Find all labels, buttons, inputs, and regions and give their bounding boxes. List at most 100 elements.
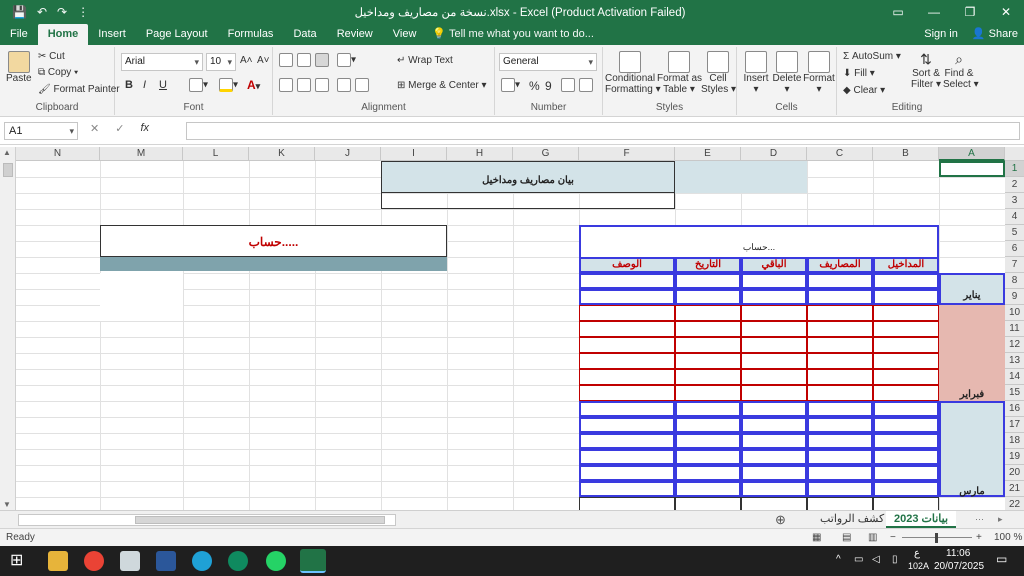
table-cell[interactable] (675, 353, 741, 369)
table-cell[interactable] (675, 401, 741, 417)
share-button[interactable]: 👤 Share (972, 24, 1018, 45)
table-cell[interactable] (579, 449, 675, 465)
windows-start-icon[interactable]: ⊞ (10, 551, 30, 571)
format-painter-button[interactable]: 🖌 Format Painter (38, 84, 120, 95)
close-button[interactable]: ✕ (988, 0, 1024, 24)
file-explorer-icon[interactable] (48, 551, 68, 571)
table-cell[interactable] (675, 497, 741, 510)
table-cell[interactable] (579, 305, 675, 321)
table-cell[interactable] (675, 385, 741, 401)
keyboard-layout[interactable]: 102A (908, 561, 929, 571)
table-cell[interactable] (741, 449, 807, 465)
table-cell[interactable] (579, 433, 675, 449)
column-header[interactable]: I (381, 147, 447, 161)
cut-button[interactable]: ✂ Cut (38, 51, 65, 62)
vertical-scrollbar[interactable]: ▲ ▼ (0, 147, 16, 510)
autosum-button[interactable]: Σ AutoSum ▾ (843, 51, 901, 62)
align-right-button[interactable] (315, 78, 329, 92)
zoom-level[interactable]: 100 % (994, 529, 1022, 547)
table-cell[interactable] (741, 417, 807, 433)
worksheet-grid[interactable]: ▲ ▼ N M L K J I H G F E D C B A 1 2 3 4 5 6 7 8 9 10 11 12 13 14 15 1… (0, 147, 1024, 510)
column-header[interactable]: K (249, 147, 315, 161)
clear-button[interactable]: ◆ Clear ▾ (843, 85, 885, 96)
row-header[interactable]: 16 (1005, 401, 1024, 417)
tray-overflow-icon[interactable]: ^ (836, 554, 841, 565)
align-top-button[interactable] (279, 53, 293, 67)
tab-file[interactable]: File (0, 24, 38, 45)
table-cell[interactable] (741, 321, 807, 337)
row-header[interactable]: 9 (1005, 289, 1024, 305)
minimize-button[interactable]: — (916, 0, 952, 24)
italic-button[interactable]: I (143, 79, 146, 91)
column-header[interactable]: F (579, 147, 675, 161)
table-cell[interactable] (807, 321, 873, 337)
underline-button[interactable]: U (159, 79, 167, 91)
table-cell[interactable] (807, 481, 873, 497)
table-cell[interactable] (873, 305, 939, 321)
row-header[interactable]: 11 (1005, 321, 1024, 337)
month-february[interactable]: فبراير (939, 305, 1005, 401)
table-cell[interactable] (675, 449, 741, 465)
table-cell[interactable] (873, 465, 939, 481)
column-header[interactable]: C (807, 147, 873, 161)
table-cell[interactable] (807, 497, 873, 510)
table-cell[interactable] (579, 289, 675, 305)
table-cell[interactable] (579, 369, 675, 385)
table-cell[interactable] (741, 465, 807, 481)
row-header[interactable]: 1 (1005, 161, 1024, 177)
zoom-out-icon[interactable]: − (890, 529, 896, 547)
month-march[interactable]: مارس (939, 401, 1005, 497)
sheet-tab-payroll[interactable]: كشف الرواتب (812, 511, 892, 528)
tab-insert[interactable]: Insert (88, 24, 136, 45)
font-name-select[interactable]: Arial (121, 53, 203, 71)
align-center-button[interactable] (297, 78, 311, 92)
table-cell[interactable] (579, 385, 675, 401)
row-header[interactable]: 8 (1005, 273, 1024, 289)
network-icon[interactable]: ▭ (854, 554, 863, 565)
scroll-down-icon[interactable]: ▼ (3, 500, 11, 509)
table-cell[interactable] (873, 497, 939, 510)
table-cell[interactable] (579, 417, 675, 433)
table-cell[interactable] (675, 433, 741, 449)
conditional-formatting-button[interactable]: Conditional Formatting ▾ (605, 51, 661, 95)
wrap-text-button[interactable]: ↵ Wrap Text (397, 55, 453, 66)
undo-icon[interactable]: ↶ (37, 5, 47, 19)
table-cell[interactable] (741, 353, 807, 369)
find-select-button[interactable]: ⌕ Find & Select ▾ (943, 51, 979, 90)
table-cell[interactable] (579, 465, 675, 481)
table-cell[interactable] (675, 417, 741, 433)
table-cell[interactable] (579, 481, 675, 497)
table-cell[interactable] (741, 289, 807, 305)
table-cell[interactable] (579, 497, 675, 510)
row-header[interactable]: 6 (1005, 241, 1024, 257)
align-bottom-button[interactable] (315, 53, 329, 67)
table-cell[interactable] (873, 433, 939, 449)
table-cell[interactable] (675, 289, 741, 305)
copy-button[interactable]: ⧉ Copy ▾ (38, 67, 78, 78)
column-header[interactable]: L (183, 147, 249, 161)
table-cell[interactable] (873, 481, 939, 497)
table-cell[interactable] (873, 289, 939, 305)
row-header[interactable]: 10 (1005, 305, 1024, 321)
accounting-format-button[interactable]: ▾ (501, 78, 520, 92)
row-header[interactable]: 4 (1005, 209, 1024, 225)
row-header[interactable]: 21 (1005, 481, 1024, 497)
delete-cells-button[interactable]: Delete ▾ (771, 51, 803, 95)
sheet-scroll-right-icon[interactable]: ▸ (998, 511, 1003, 528)
orientation-button[interactable]: ▾ (337, 53, 356, 67)
row-header[interactable]: 7 (1005, 257, 1024, 273)
table-cell[interactable] (873, 385, 939, 401)
table-cell[interactable] (579, 273, 675, 289)
table-cell[interactable] (873, 401, 939, 417)
table-cell[interactable] (675, 481, 741, 497)
fill-button[interactable]: ⬇ Fill ▾ (843, 68, 875, 79)
table-cell[interactable] (873, 449, 939, 465)
increase-indent-button[interactable] (355, 78, 369, 92)
table-cell[interactable] (807, 385, 873, 401)
input-language[interactable]: ع (914, 548, 920, 559)
decrease-indent-button[interactable] (337, 78, 351, 92)
table-cell[interactable] (807, 369, 873, 385)
active-cell[interactable] (939, 161, 1005, 177)
row-header[interactable]: 22 (1005, 497, 1024, 510)
table-cell[interactable] (675, 369, 741, 385)
